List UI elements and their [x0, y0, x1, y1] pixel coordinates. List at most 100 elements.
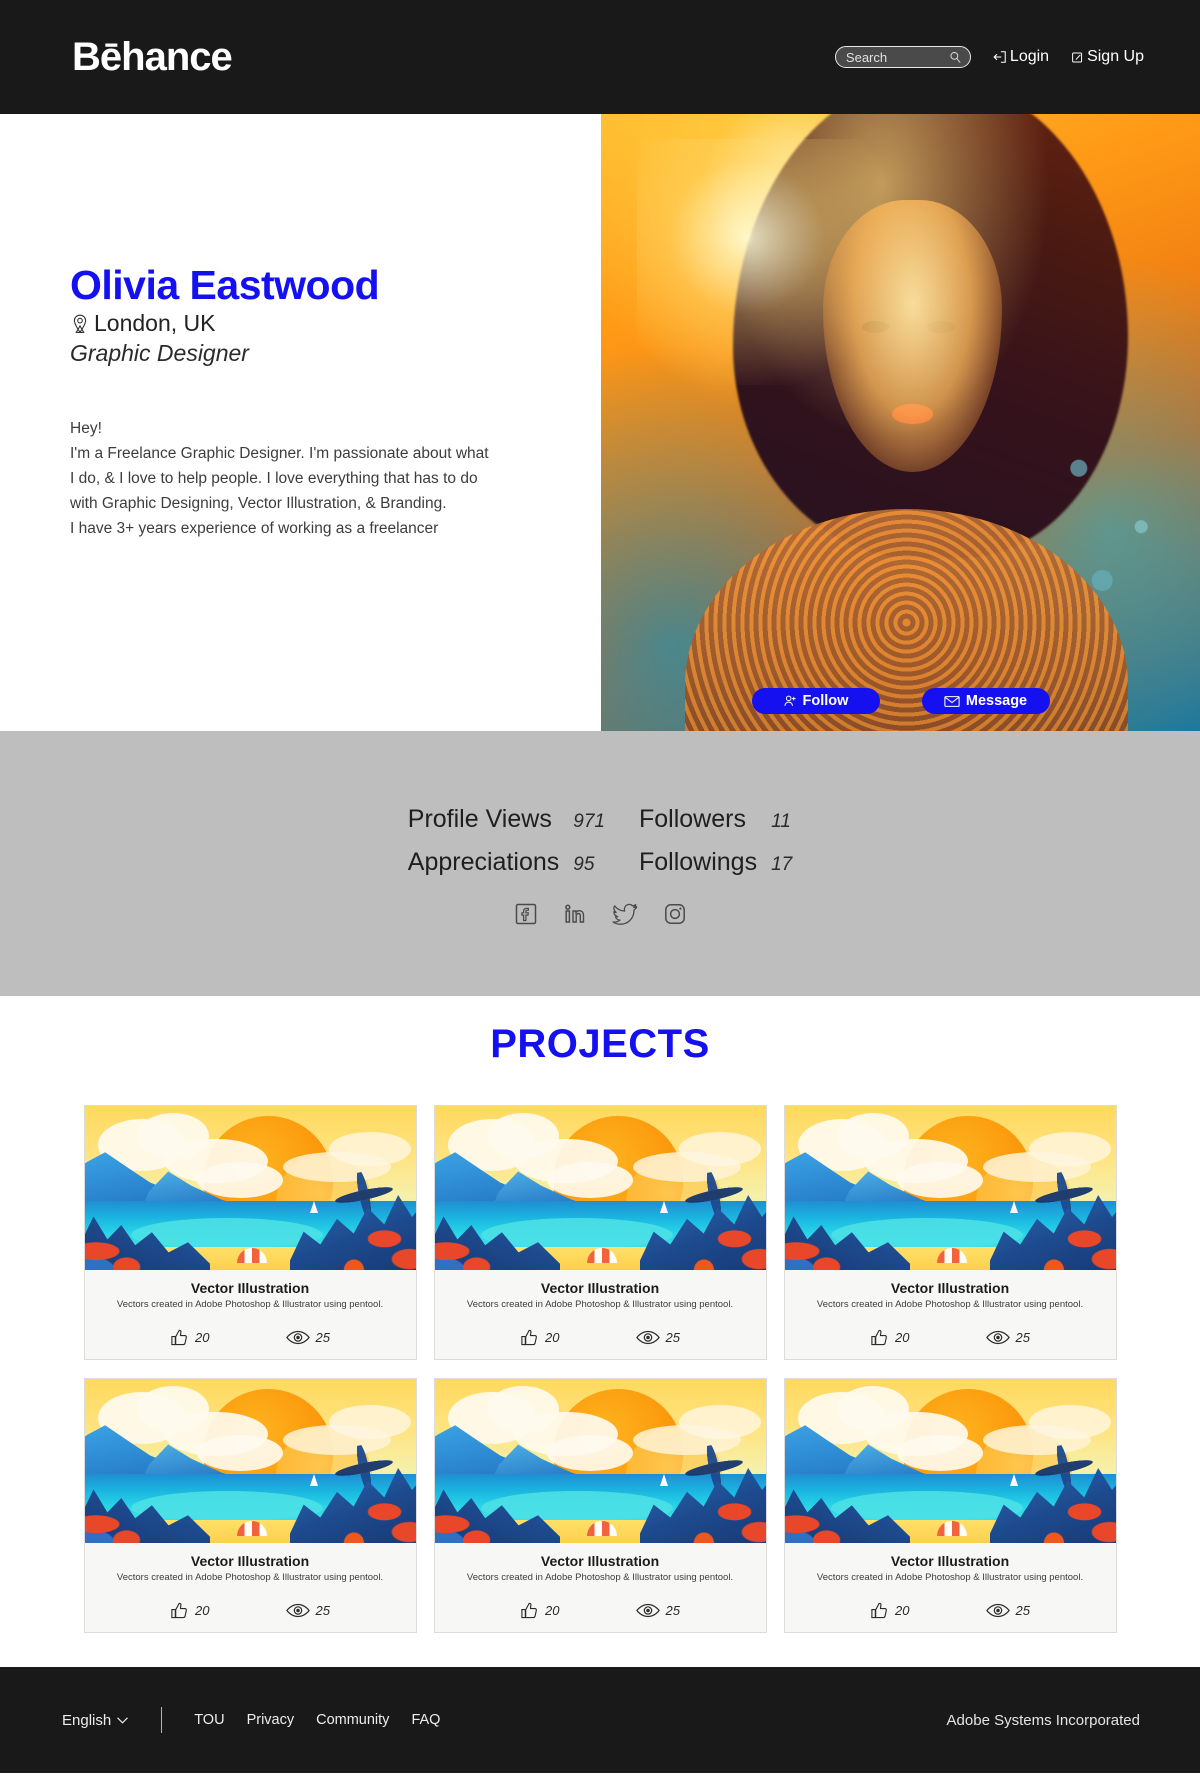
project-views[interactable]: 25 — [635, 1328, 680, 1347]
thumb-sailboat — [659, 1201, 668, 1214]
project-likes[interactable]: 20 — [520, 1328, 560, 1347]
project-card[interactable]: Vector Illustration Vectors created in A… — [433, 1105, 767, 1360]
project-metrics: 20 25 — [97, 1601, 404, 1620]
project-thumbnail — [784, 1379, 1116, 1543]
project-likes[interactable]: 20 — [870, 1601, 910, 1620]
thumb-sailboat — [659, 1474, 668, 1487]
profile-photo: Follow Message — [601, 114, 1200, 731]
twitter-icon[interactable] — [611, 902, 638, 931]
behance-logo[interactable]: Bēhance — [72, 37, 233, 77]
project-title: Vector Illustration — [540, 1553, 660, 1569]
project-likes[interactable]: 20 — [170, 1601, 210, 1620]
follow-button-label: Follow — [802, 693, 849, 709]
project-thumbnail — [84, 1379, 416, 1543]
project-description: Vectors created in Adobe Photoshop & Ill… — [816, 1572, 1084, 1584]
signup-button[interactable]: Sign Up — [1071, 48, 1144, 66]
project-title: Vector Illustration — [890, 1280, 1010, 1296]
site-footer: English TOU Privacy Community FAQ Adobe … — [0, 1667, 1200, 1773]
project-title: Vector Illustration — [190, 1553, 310, 1569]
portrait-eye-right — [927, 320, 955, 334]
footer-link-tou[interactable]: TOU — [194, 1712, 224, 1728]
project-thumbnail — [434, 1379, 766, 1543]
project-likes[interactable]: 20 — [520, 1601, 560, 1620]
message-button[interactable]: Message — [921, 688, 1050, 714]
thumb-sailboat — [309, 1474, 318, 1487]
facebook-icon[interactable] — [514, 902, 538, 931]
project-description: Vectors created in Adobe Photoshop & Ill… — [116, 1299, 384, 1311]
thumb-cloud — [679, 1132, 762, 1167]
portrait-image — [601, 114, 1200, 731]
project-body: Vector Illustration Vectors created in A… — [85, 1270, 416, 1359]
project-description: Vectors created in Adobe Photoshop & Ill… — [466, 1572, 734, 1584]
profile-location-label: London, UK — [94, 310, 216, 337]
linkedin-icon[interactable] — [563, 902, 587, 931]
project-card[interactable]: Vector Illustration Vectors created in A… — [83, 1105, 417, 1360]
project-views[interactable]: 25 — [985, 1601, 1030, 1620]
profile-location: London, UK — [70, 310, 601, 337]
project-views-count: 25 — [665, 1330, 680, 1345]
portrait-lips — [891, 403, 934, 424]
language-selector[interactable]: English — [62, 1712, 129, 1729]
project-metrics: 20 25 — [97, 1328, 404, 1347]
eye-icon — [285, 1329, 310, 1346]
project-card[interactable]: Vector Illustration Vectors created in A… — [83, 1378, 417, 1633]
project-title: Vector Illustration — [190, 1280, 310, 1296]
stat-label-followings: Followings — [638, 848, 758, 876]
thumb-cloud — [329, 1132, 412, 1167]
eye-icon — [285, 1602, 310, 1619]
project-views[interactable]: 25 — [285, 1328, 330, 1347]
footer-copyright: Adobe Systems Incorporated — [946, 1711, 1140, 1729]
stat-label-appreciations: Appreciations — [407, 848, 560, 876]
stat-value-appreciations: 95 — [573, 854, 595, 875]
project-body: Vector Illustration Vectors created in A… — [785, 1270, 1116, 1359]
thumbs-up-icon — [870, 1601, 889, 1620]
project-likes-count: 20 — [545, 1603, 560, 1618]
footer-link-privacy[interactable]: Privacy — [247, 1712, 295, 1728]
eye-icon — [635, 1602, 660, 1619]
stats-section: Profile Views 971 Followers 11 Appreciat… — [0, 731, 1200, 996]
stat-value-profile-views: 971 — [573, 811, 605, 832]
project-thumbnail — [84, 1106, 416, 1270]
footer-links: English TOU Privacy Community FAQ — [62, 1707, 462, 1733]
thumb-cloud — [547, 1161, 634, 1198]
footer-divider — [161, 1707, 163, 1733]
project-thumbnail — [784, 1106, 1116, 1270]
project-views[interactable]: 25 — [285, 1601, 330, 1620]
signup-icon — [1071, 51, 1084, 64]
footer-link-faq[interactable]: FAQ — [411, 1712, 440, 1728]
project-card[interactable]: Vector Illustration Vectors created in A… — [783, 1378, 1117, 1633]
thumb-cloud — [897, 1434, 984, 1471]
portrait-eye-left — [861, 320, 890, 334]
eye-icon — [635, 1329, 660, 1346]
project-body: Vector Illustration Vectors created in A… — [85, 1543, 416, 1632]
project-likes[interactable]: 20 — [170, 1328, 210, 1347]
stat-label-followers: Followers — [638, 805, 746, 833]
project-likes-count: 20 — [895, 1603, 910, 1618]
footer-link-community[interactable]: Community — [316, 1712, 389, 1728]
thumb-sailboat — [309, 1201, 318, 1214]
eye-icon — [985, 1329, 1010, 1346]
thumb-cloud — [679, 1405, 762, 1440]
follow-button[interactable]: Follow — [751, 688, 880, 714]
envelope-icon — [944, 695, 960, 708]
project-views[interactable]: 25 — [985, 1328, 1030, 1347]
project-views-count: 25 — [315, 1330, 330, 1345]
project-card[interactable]: Vector Illustration Vectors created in A… — [783, 1105, 1117, 1360]
projects-grid: Vector Illustration Vectors created in A… — [0, 1105, 1200, 1633]
thumb-cloud — [1029, 1405, 1112, 1440]
login-button[interactable]: Login — [993, 48, 1049, 66]
project-card[interactable]: Vector Illustration Vectors created in A… — [433, 1378, 767, 1633]
search-input[interactable]: Search — [834, 46, 971, 68]
project-metrics: 20 25 — [447, 1601, 754, 1620]
project-views[interactable]: 25 — [635, 1601, 680, 1620]
profile-section: Olivia Eastwood London, UK Graphic Desig… — [0, 114, 1200, 731]
profile-info: Olivia Eastwood London, UK Graphic Desig… — [0, 114, 601, 731]
thumb-cloud — [329, 1405, 412, 1440]
thumbs-up-icon — [870, 1328, 889, 1347]
project-body: Vector Illustration Vectors created in A… — [435, 1543, 766, 1632]
project-description: Vectors created in Adobe Photoshop & Ill… — [116, 1572, 384, 1584]
project-likes[interactable]: 20 — [870, 1328, 910, 1347]
header-actions: Search Login Sign Up — [834, 46, 1144, 68]
project-likes-count: 20 — [895, 1330, 910, 1345]
instagram-icon[interactable] — [663, 902, 687, 931]
